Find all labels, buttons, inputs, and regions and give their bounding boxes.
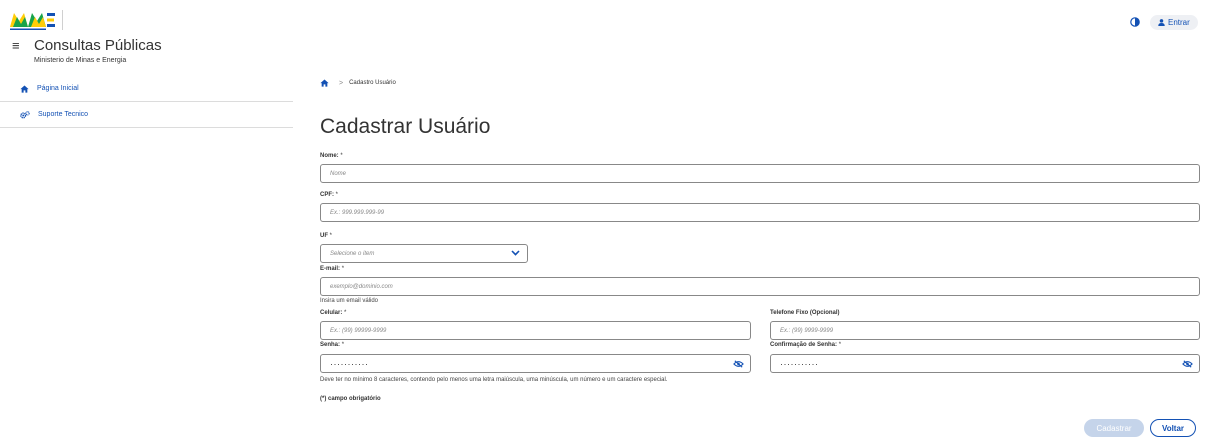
email-label: E-mail: *: [320, 266, 345, 272]
sidebar-item-suporte-tecnico[interactable]: Suporte Tecnico: [0, 102, 293, 128]
celular-input[interactable]: Ex.: (99) 99999-9999: [320, 321, 751, 340]
ministry-name: Ministerio de Minas e Energia: [34, 57, 127, 64]
user-icon: [1158, 19, 1165, 26]
nome-input[interactable]: Nome: [320, 164, 1200, 183]
breadcrumb: > Cadastro Usuário: [320, 79, 396, 87]
sidebar: Página Inicial Suporte Tecnico: [0, 76, 293, 128]
uf-select[interactable]: Selecione o item: [320, 244, 528, 263]
contrast-icon[interactable]: [1130, 17, 1140, 27]
celular-label: Celular: *: [320, 310, 347, 316]
breadcrumb-current: Cadastro Usuário: [349, 80, 396, 86]
senha-input[interactable]: ···········: [320, 354, 751, 373]
uf-label: UF *: [320, 233, 333, 239]
sidebar-item-label: Página Inicial: [37, 85, 79, 92]
email-input[interactable]: exemplo@dominio.com: [320, 277, 1200, 296]
app-title: Consultas Públicas: [34, 37, 162, 54]
login-button[interactable]: Entrar: [1150, 15, 1198, 30]
sidebar-item-pagina-inicial[interactable]: Página Inicial: [0, 76, 293, 102]
sidebar-item-label: Suporte Tecnico: [38, 111, 89, 118]
gears-icon: [20, 110, 30, 118]
voltar-button[interactable]: Voltar: [1150, 419, 1196, 437]
required-field-note: (*) campo obrigatório: [320, 396, 381, 402]
chevron-down-icon: [511, 250, 520, 256]
page-title: Cadastrar Usuário: [320, 115, 491, 138]
home-icon: [20, 84, 29, 93]
login-label: Entrar: [1168, 18, 1190, 27]
header: ≡ Consultas Públicas Ministerio de Minas…: [0, 0, 1210, 74]
cadastrar-button[interactable]: Cadastrar: [1084, 419, 1144, 437]
mme-logo[interactable]: [10, 9, 56, 31]
hamburger-menu-icon[interactable]: ≡: [12, 39, 20, 53]
telefone-label: Telefone Fixo (Opcional): [770, 310, 840, 316]
chevron-right-icon: >: [339, 79, 344, 87]
senha-label: Senha: *: [320, 342, 345, 348]
telefone-input[interactable]: Ex.: (99) 9999-9999: [770, 321, 1200, 340]
email-help: Insira um email válido: [320, 298, 379, 304]
cpf-label: CPF: *: [320, 192, 339, 198]
cpf-input[interactable]: Ex.: 999.999.999-99: [320, 203, 1200, 222]
nome-label: Nome: *: [320, 153, 343, 159]
confirmacao-input[interactable]: ···········: [770, 354, 1200, 373]
home-icon[interactable]: [320, 79, 329, 87]
logo-divider: [62, 10, 63, 30]
eye-slash-icon[interactable]: [733, 360, 744, 368]
senha-help: Deve ter no mínimo 8 caracteres, contend…: [320, 377, 668, 383]
confirmacao-label: Confirmação de Senha: *: [770, 342, 842, 348]
eye-slash-icon[interactable]: [1182, 360, 1193, 368]
